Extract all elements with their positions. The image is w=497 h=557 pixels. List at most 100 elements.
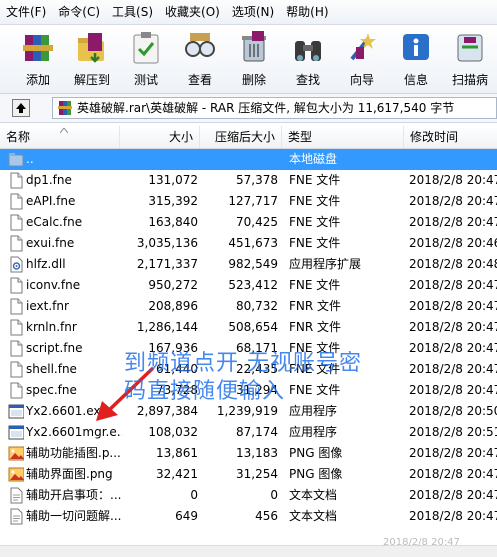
file-row[interactable]: .. 本地磁盘 <box>0 149 497 170</box>
file-row[interactable]: eAPI.fne 315,392 127,717 FNE 文件 2018/2/8 20:… <box>0 191 497 212</box>
file-type: FNE 文件 <box>289 173 341 187</box>
toolbar-button-5[interactable]: 查找 <box>280 25 336 93</box>
watermark: 2018/2/8 20:47 <box>383 537 460 548</box>
file-type: 应用程序 <box>289 425 338 439</box>
file-packed-size: 13,183 <box>236 446 278 460</box>
file-type: FNR 文件 <box>289 320 342 334</box>
file-modified: 2018/2/8 20:48 <box>409 257 497 271</box>
menu-item-4[interactable]: 选项(N) <box>226 0 280 24</box>
toolbar-button-2[interactable]: 测试 <box>118 25 174 93</box>
file-name: iext.fnr <box>26 299 69 313</box>
menu-item-0[interactable]: 文件(F) <box>0 0 52 24</box>
annotation-line-1: 到频道点开 无视账号密 <box>124 351 362 376</box>
folder-up-icon <box>8 153 24 167</box>
file-modified: 2018/2/8 20:47 <box>409 194 497 208</box>
file-name: eCalc.fne <box>26 215 83 229</box>
toolbar-button-0[interactable]: 添加 <box>10 25 66 93</box>
file-size: 1,286,144 <box>136 320 198 334</box>
file-row[interactable]: 辅助开启事项：... 0 0 文本文档 2018/2/8 20:47 <box>0 485 497 506</box>
file-packed-size: 451,673 <box>228 236 278 250</box>
column-name[interactable]: 名称 <box>0 126 120 148</box>
up-folder-button[interactable] <box>12 99 30 117</box>
file-packed-size <box>200 149 278 170</box>
file-name: .. <box>26 152 34 166</box>
file-modified: 2018/2/8 20:47 <box>409 320 497 334</box>
png-icon <box>8 446 24 461</box>
file-modified: 2018/2/8 20:47 <box>409 278 497 292</box>
toolbar-button-6[interactable]: 向导 <box>334 25 390 93</box>
file-icon <box>10 319 23 336</box>
toolbar: 添加 解压到 测试 查看 删除 查找 向导 信息 扫描病 <box>0 25 497 94</box>
file-size <box>122 149 198 170</box>
file-size: 3,035,136 <box>136 236 198 250</box>
file-icon <box>10 298 23 315</box>
toolbar-button-4[interactable]: 删除 <box>226 25 282 93</box>
toolbar-label: 解压到 <box>73 73 110 87</box>
file-name: eAPI.fne <box>26 194 76 208</box>
extract-folder-icon <box>78 33 104 63</box>
toolbar-button-1[interactable]: 解压到 <box>64 25 120 93</box>
toolbar-button-8[interactable]: 扫描病 <box>442 25 497 93</box>
file-name: Yx2.6601mgr.e... <box>26 425 122 439</box>
toolbar-button-3[interactable]: 查看 <box>172 25 228 93</box>
column-packed[interactable]: 压缩后大小 <box>200 126 282 148</box>
file-packed-size: 127,717 <box>228 194 278 208</box>
file-modified <box>409 149 497 170</box>
file-row[interactable]: krnln.fnr 1,286,144 508,654 FNR 文件 2018/2/8 … <box>0 317 497 338</box>
txt-icon <box>10 508 23 525</box>
file-type: PNG 图像 <box>289 467 343 481</box>
file-row[interactable]: 辅助界面图.png 32,421 31,254 PNG 图像 2018/2/8 20:4… <box>0 464 497 485</box>
file-row[interactable]: Yx2.6601mgr.e... 108,032 87,174 应用程序 2018/2/… <box>0 422 497 443</box>
menu-item-3[interactable]: 收藏夹(O) <box>159 0 226 24</box>
file-icon <box>10 361 23 378</box>
file-packed-size: 57,378 <box>236 173 278 187</box>
file-packed-size: 0 <box>270 488 278 502</box>
delete-recycle-icon <box>242 31 266 62</box>
menu-item-1[interactable]: 命令(C) <box>52 0 106 24</box>
file-modified: 2018/2/8 20:47 <box>409 467 497 481</box>
file-type: 本地磁盘 <box>289 152 338 166</box>
file-modified: 2018/2/8 20:47 <box>409 215 497 229</box>
file-packed-size: 456 <box>255 509 278 523</box>
file-modified: 2018/2/8 20:47 <box>409 509 497 523</box>
file-size: 315,392 <box>148 194 198 208</box>
file-name: exui.fne <box>26 236 75 250</box>
column-type[interactable]: 类型 <box>282 126 404 148</box>
toolbar-label: 信息 <box>403 73 428 87</box>
wizard-icon <box>350 33 376 61</box>
books-add-icon <box>23 35 53 61</box>
file-row[interactable]: iext.fnr 208,896 80,732 FNR 文件 2018/2/8 20:4… <box>0 296 497 317</box>
file-type: 文本文档 <box>289 488 338 502</box>
file-type: FNE 文件 <box>289 236 341 250</box>
view-glasses-icon <box>185 33 215 57</box>
toolbar-button-7[interactable]: 信息 <box>388 25 444 93</box>
file-icon <box>10 172 23 189</box>
column-modified[interactable]: 修改时间 <box>404 126 497 148</box>
file-row[interactable]: exui.fne 3,035,136 451,673 FNE 文件 2018/2/8 2… <box>0 233 497 254</box>
file-packed-size: 523,412 <box>228 278 278 292</box>
file-row[interactable]: iconv.fne 950,272 523,412 FNE 文件 2018/2/8 20… <box>0 275 497 296</box>
file-name: hlfz.dll <box>26 257 66 271</box>
file-type: 应用程序扩展 <box>289 257 362 271</box>
file-icon <box>10 340 23 357</box>
scan-icon <box>457 34 483 62</box>
menu-item-2[interactable]: 工具(S) <box>106 0 159 24</box>
file-packed-size: 508,654 <box>228 320 278 334</box>
address-path: 英雄破解.rar\英雄破解 - RAR 压缩文件, 解包大小为 11,617,5… <box>77 101 455 115</box>
file-modified: 2018/2/8 20:47 <box>409 446 497 460</box>
file-size: 108,032 <box>148 425 198 439</box>
file-row[interactable]: 辅助功能插图.p... 13,861 13,183 PNG 图像 2018/2/8 20… <box>0 443 497 464</box>
txt-icon <box>10 487 23 504</box>
file-type: 文本文档 <box>289 509 338 523</box>
file-name: iconv.fne <box>26 278 81 292</box>
file-row[interactable]: hlfz.dll 2,171,337 982,549 应用程序扩展 2018/2/8 2… <box>0 254 497 275</box>
menu-item-5[interactable]: 帮助(H) <box>280 0 334 24</box>
file-type: FNR 文件 <box>289 299 342 313</box>
address-field[interactable]: 英雄破解.rar\英雄破解 - RAR 压缩文件, 解包大小为 11,617,5… <box>52 97 497 119</box>
file-row[interactable]: 辅助一切问题解... 649 456 文本文档 2018/2/8 20:47 <box>0 506 497 527</box>
file-row[interactable]: eCalc.fne 163,840 70,425 FNE 文件 2018/2/8 20:… <box>0 212 497 233</box>
test-clipboard-icon <box>133 32 159 64</box>
file-row[interactable]: dp1.fne 131,072 57,378 FNE 文件 2018/2/8 20:47 <box>0 170 497 191</box>
file-size: 131,072 <box>148 173 198 187</box>
column-size[interactable]: 大小 <box>120 126 200 148</box>
